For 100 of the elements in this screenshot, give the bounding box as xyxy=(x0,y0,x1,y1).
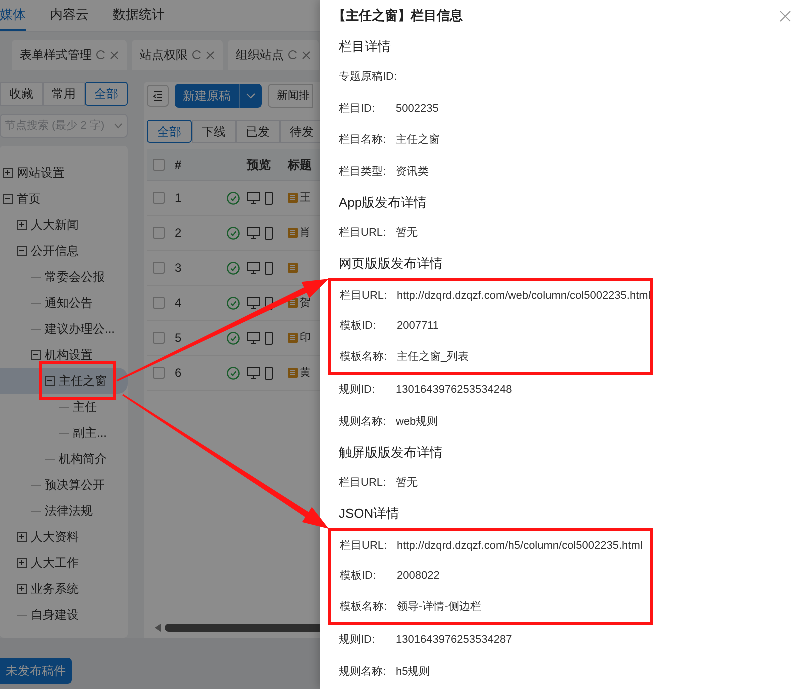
desktop-preview-icon[interactable] xyxy=(247,367,260,379)
tree-item[interactable]: 自身建设 xyxy=(0,602,128,628)
close-icon[interactable] xyxy=(110,50,119,60)
scrollbar-thumb[interactable] xyxy=(165,624,320,632)
mobile-preview-icon[interactable] xyxy=(265,226,273,240)
drawer-title: 【主任之窗】栏目信息 xyxy=(333,7,463,26)
status-tab[interactable]: 全部 xyxy=(147,120,192,143)
tree-item[interactable]: 业务系统 xyxy=(0,576,128,602)
tree-item[interactable]: 机构设置 xyxy=(0,342,128,368)
section-heading: 栏目详情 xyxy=(339,38,392,56)
field-label: 规则名称: xyxy=(339,414,388,430)
expand-icon[interactable] xyxy=(17,532,27,542)
checkbox[interactable] xyxy=(153,158,165,170)
tree-item[interactable]: 通知公告 xyxy=(0,290,128,316)
sort-button[interactable]: 新闻排 xyxy=(268,84,313,108)
field-value: 1301643976253534287 xyxy=(396,633,512,648)
collapse-icon[interactable] xyxy=(3,194,13,204)
checkbox[interactable] xyxy=(153,262,165,274)
field-label: 模板名称: xyxy=(340,350,388,364)
field-value: http://dzqrd.dzqzf.com/h5/column/col5002235.html xyxy=(397,538,643,554)
page-tab[interactable]: 组织站点 xyxy=(228,40,319,70)
status-tab[interactable]: 下线 xyxy=(192,120,236,143)
title-text[interactable]: 肖 xyxy=(300,224,311,242)
section-heading: App版发布详情 xyxy=(339,194,428,212)
column-header: 预览 xyxy=(247,156,272,174)
mobile-preview-icon[interactable] xyxy=(265,262,273,274)
desktop-preview-icon[interactable] xyxy=(247,297,260,309)
collapse-icon[interactable] xyxy=(17,246,27,256)
close-icon[interactable] xyxy=(206,50,215,60)
tree-item[interactable]: 主任之窗 xyxy=(0,368,128,394)
tree-item[interactable]: 常委会公报 xyxy=(0,264,128,290)
mobile-preview-icon[interactable] xyxy=(265,192,273,204)
field-label: 栏目名称: xyxy=(339,133,388,148)
tree-item[interactable]: 建议办理公... xyxy=(0,316,128,342)
tree-item[interactable]: 人大工作 xyxy=(0,550,128,576)
field-value: h5规则 xyxy=(396,664,430,680)
field-value: 暂无 xyxy=(396,476,418,490)
desktop-preview-icon[interactable] xyxy=(247,332,260,344)
title-text[interactable]: 王 xyxy=(300,190,311,206)
expand-icon[interactable] xyxy=(17,220,27,230)
check-circle-icon xyxy=(227,296,240,310)
tree-item[interactable]: 机构简介 xyxy=(0,446,128,472)
collapse-icon[interactable] xyxy=(31,350,41,360)
desktop-preview-icon[interactable] xyxy=(247,227,260,239)
tree-item[interactable]: 公开信息 xyxy=(0,238,128,264)
page-tab[interactable]: 站点权限 xyxy=(132,40,223,70)
field-value: 资讯类 xyxy=(396,164,429,180)
tree-item[interactable]: 主任 xyxy=(0,394,128,420)
status-tab[interactable]: 已发 xyxy=(236,120,280,143)
row-number: 6 xyxy=(175,365,183,382)
mobile-preview-icon[interactable] xyxy=(265,332,273,344)
field-value: 1301643976253534248 xyxy=(396,383,512,398)
tree-item[interactable]: 人大资料 xyxy=(0,524,128,550)
document-icon xyxy=(288,263,298,273)
field-value: 2007711 xyxy=(397,319,440,334)
tree-item[interactable]: 副主... xyxy=(0,420,128,446)
field-value: 暂无 xyxy=(396,226,418,240)
expand-icon[interactable] xyxy=(17,558,27,568)
desktop-preview-icon[interactable] xyxy=(247,262,260,274)
checkbox[interactable] xyxy=(153,367,165,379)
field-label: 模板ID: xyxy=(340,569,378,584)
tree-item[interactable]: 人大新闻 xyxy=(0,212,128,238)
close-icon[interactable] xyxy=(302,50,311,60)
outdent-button[interactable] xyxy=(147,85,169,107)
scroll-left-icon[interactable] xyxy=(155,624,161,632)
field-value: 5002235 xyxy=(396,102,439,116)
filter-button[interactable]: 全部 xyxy=(85,82,128,106)
tree-item[interactable]: 法律法规 xyxy=(0,498,128,524)
checkbox[interactable] xyxy=(153,227,165,239)
filter-button[interactable]: 常用 xyxy=(42,82,86,106)
tree-item[interactable]: 网站设置 xyxy=(0,160,128,186)
tree-item[interactable]: 预决算公开 xyxy=(0,472,128,498)
chevron-down-icon xyxy=(114,123,123,129)
field-value: 主任之窗_列表 xyxy=(397,350,470,364)
filter-button[interactable]: 收藏 xyxy=(0,82,43,106)
page-tab[interactable]: 表单样式管理 xyxy=(12,40,127,70)
field-value: web规则 xyxy=(396,414,438,430)
mobile-preview-icon[interactable] xyxy=(265,366,273,380)
unpublished-button[interactable]: 未发布稿件 xyxy=(0,658,72,684)
document-icon xyxy=(288,333,298,343)
field-label: 规则ID: xyxy=(339,633,376,648)
field-label: 栏目ID: xyxy=(339,102,376,116)
nav-tab[interactable]: 内容云 xyxy=(50,0,89,31)
refresh-icon[interactable] xyxy=(192,50,202,60)
checkbox[interactable] xyxy=(153,297,165,309)
expand-icon[interactable] xyxy=(17,584,27,594)
refresh-icon[interactable] xyxy=(96,50,106,60)
refresh-icon[interactable] xyxy=(288,50,298,60)
title-text[interactable]: 印 xyxy=(300,330,311,346)
tree-item[interactable]: 首页 xyxy=(0,186,128,212)
nav-tab[interactable]: 数据统计 xyxy=(113,0,165,31)
close-icon[interactable] xyxy=(780,10,791,22)
collapse-icon[interactable] xyxy=(45,376,55,386)
title-text[interactable]: 黄 xyxy=(300,364,311,382)
section-heading: 网页版版发布详情 xyxy=(339,254,444,272)
checkbox[interactable] xyxy=(153,332,165,344)
desktop-preview-icon[interactable] xyxy=(247,192,260,204)
checkbox[interactable] xyxy=(153,192,165,204)
expand-icon[interactable] xyxy=(3,168,13,178)
title-text[interactable]: 贺 xyxy=(300,294,311,312)
